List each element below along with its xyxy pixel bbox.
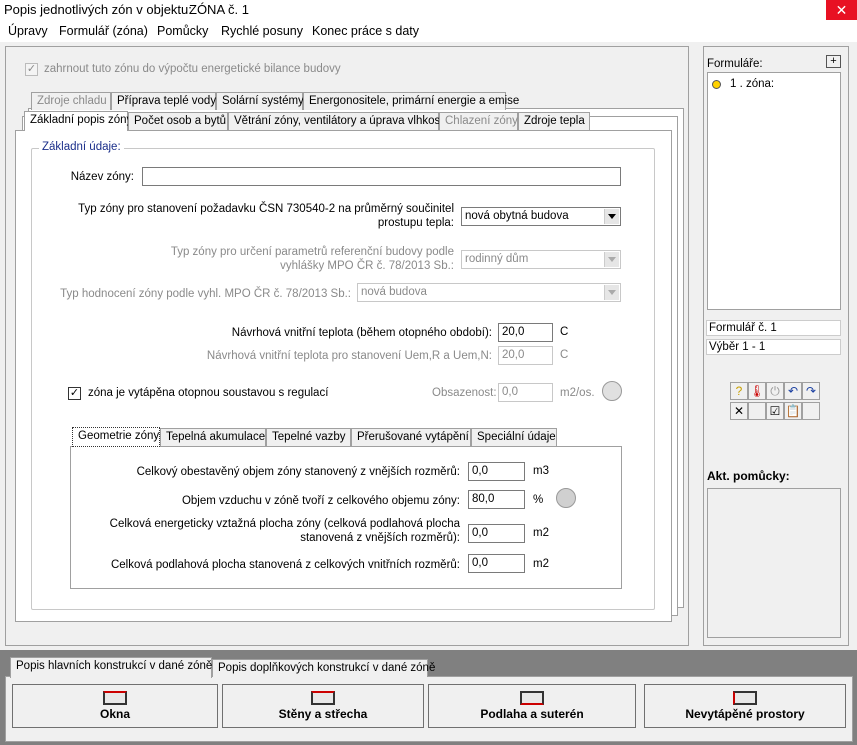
zone-type-label: Typ zóny pro stanovení požadavku ČSN 730…	[78, 203, 454, 229]
chevron-down-icon	[604, 209, 619, 224]
zone-name-input[interactable]	[142, 167, 621, 186]
blank-tool-icon[interactable]	[748, 402, 766, 420]
occupancy-calc-button[interactable]	[602, 381, 622, 401]
occupancy-unit: m2/os.	[560, 387, 595, 399]
geometry-floor-label: Celková podlahová plocha stanovená z cel…	[110, 559, 460, 571]
tab-energonositele[interactable]: Energonositele, primární energie a emise	[303, 92, 519, 110]
geometry-area-label: Celková energeticky vztažná plocha zóny …	[109, 518, 460, 544]
geometry-area-unit: m2	[533, 527, 549, 539]
geometry-volume-input[interactable]: 0,0	[468, 462, 525, 481]
redo-icon[interactable]: ↷	[802, 382, 820, 400]
tab-priprava-tv[interactable]: Příprava teplé vody	[111, 92, 216, 110]
selection-range: Výběr 1 - 1	[706, 339, 841, 355]
geometry-air-unit: %	[533, 494, 544, 506]
geometry-air-calc-button[interactable]	[556, 488, 576, 508]
aids-box	[707, 488, 841, 638]
window-construct-icon	[103, 691, 127, 705]
ref-type-select[interactable]: rodinný dům	[461, 250, 621, 269]
occupancy-input[interactable]: 0,0	[498, 383, 553, 402]
geometry-air-label: Objem vzduchu v zóně tvoří z celkového o…	[181, 495, 460, 507]
windows-button[interactable]: Okna	[12, 684, 218, 728]
forms-list	[707, 72, 841, 310]
wall-construct-icon	[311, 691, 335, 705]
design-temp-uem-input[interactable]: 20,0	[498, 346, 553, 365]
geometry-floor-input[interactable]: 0,0	[468, 554, 525, 573]
subtab-tepelne-vazby[interactable]: Tepelné vazby	[266, 428, 351, 446]
subtab-geometrie[interactable]: Geometrie zóny	[72, 427, 160, 447]
subtab-specialni[interactable]: Speciální údaje	[471, 428, 557, 446]
zone-dot-icon	[712, 80, 721, 89]
tab-zdroje-tepla[interactable]: Zdroje tepla	[518, 112, 590, 130]
geometry-floor-unit: m2	[533, 558, 549, 570]
blank-tool-2-icon[interactable]	[802, 402, 820, 420]
eval-type-select[interactable]: nová budova	[357, 283, 621, 302]
geometry-volume-unit: m3	[533, 465, 549, 477]
window-title: Popis jednotlivých zón v objektu:	[4, 2, 192, 17]
design-temp-input[interactable]: 20,0	[498, 323, 553, 342]
subtab-prerusovane[interactable]: Přerušované vytápění	[351, 428, 471, 446]
bottom-tab-extra[interactable]: Popis doplňkových konstrukcí v dané zóně	[212, 659, 435, 677]
menu-pomucky[interactable]: Pomůcky	[157, 24, 208, 38]
add-form-button[interactable]: +	[826, 55, 841, 68]
title-bar: Popis jednotlivých zón v objektu: ZÓNA č…	[0, 0, 857, 20]
check-edit-icon[interactable]: ☑	[766, 402, 784, 420]
tab-vetrani[interactable]: Větrání zóny, ventilátory a úprava vlhko…	[228, 112, 446, 130]
aids-label: Akt. pomůcky:	[707, 469, 790, 483]
design-temp-uem-unit: C	[560, 349, 569, 361]
geometry-air-input[interactable]: 80,0	[468, 490, 525, 509]
menu-rychle-posuny[interactable]: Rychlé posuny	[221, 24, 303, 38]
tab-zakladni-popis[interactable]: Základní popis zóny	[24, 111, 132, 131]
thermometer-icon[interactable]: 🌡	[748, 382, 766, 400]
geometry-volume-label: Celkový obestavěný objem zóny stanovený …	[136, 466, 460, 478]
form-number: Formulář č. 1	[706, 320, 841, 336]
chevron-down-icon	[604, 252, 619, 267]
eval-type-label: Typ hodnocení zóny podle vyhl. MPO ČR č.…	[60, 288, 351, 300]
tab-solarni[interactable]: Solární systémy	[216, 92, 304, 110]
design-temp-uem-label: Návrhová vnitřní teplota pro stanovení U…	[206, 350, 492, 362]
design-temp-label: Návrhová vnitřní teplota (během otopného…	[231, 327, 492, 339]
menu-formular[interactable]: Formulář (zóna)	[59, 24, 148, 38]
floor-basement-button[interactable]: Podlaha a suterén	[428, 684, 636, 728]
chevron-down-icon	[604, 285, 619, 300]
close-button[interactable]: ✕	[826, 0, 857, 20]
zone-name-label: Název zóny:	[70, 171, 134, 183]
tab-pocet-osob[interactable]: Počet osob a bytů	[128, 112, 228, 130]
group-title: Základní údaje:	[39, 141, 124, 153]
include-zone-label: zahrnout tuto zónu do výpočtu energetick…	[44, 63, 341, 75]
zone-list-item[interactable]: 1 . zóna:	[730, 78, 774, 90]
unheated-spaces-button[interactable]: Nevytápěné prostory	[644, 684, 846, 728]
zone-type-select[interactable]: nová obytná budova	[461, 207, 621, 226]
delete-icon[interactable]: ✕	[730, 402, 748, 420]
help-icon[interactable]: ?	[730, 382, 748, 400]
menu-konec[interactable]: Konec práce s daty	[312, 24, 419, 38]
forms-label: Formuláře:	[707, 58, 763, 70]
ref-type-label: Typ zóny pro určení parametrů referenční…	[170, 246, 454, 272]
geometry-area-input[interactable]: 0,0	[468, 524, 525, 543]
paste-icon[interactable]: 📋	[784, 402, 802, 420]
floor-construct-icon	[520, 691, 544, 705]
heated-label: zóna je vytápěna otopnou soustavou s reg…	[88, 387, 329, 399]
subtab-tepelna-akumulace[interactable]: Tepelná akumulace	[160, 428, 266, 446]
occupancy-label: Obsazenost:	[432, 387, 497, 399]
undo-icon[interactable]: ↶	[784, 382, 802, 400]
design-temp-unit: C	[560, 326, 569, 338]
power-icon[interactable]: ⏻	[766, 382, 784, 400]
menu-bar: Úpravy Formulář (zóna) Pomůcky Rychlé po…	[0, 20, 857, 42]
tab-chlazeni[interactable]: Chlazení zóny	[439, 112, 518, 130]
unheated-space-icon	[733, 691, 757, 705]
bottom-tab-main[interactable]: Popis hlavních konstrukcí v dané zóně	[10, 657, 212, 678]
menu-upravy[interactable]: Úpravy	[8, 24, 48, 38]
window-zone-title: ZÓNA č. 1	[189, 2, 249, 17]
walls-roof-button[interactable]: Stěny a střecha	[222, 684, 424, 728]
tab-zdroje-chladu[interactable]: Zdroje chladu	[31, 92, 111, 110]
